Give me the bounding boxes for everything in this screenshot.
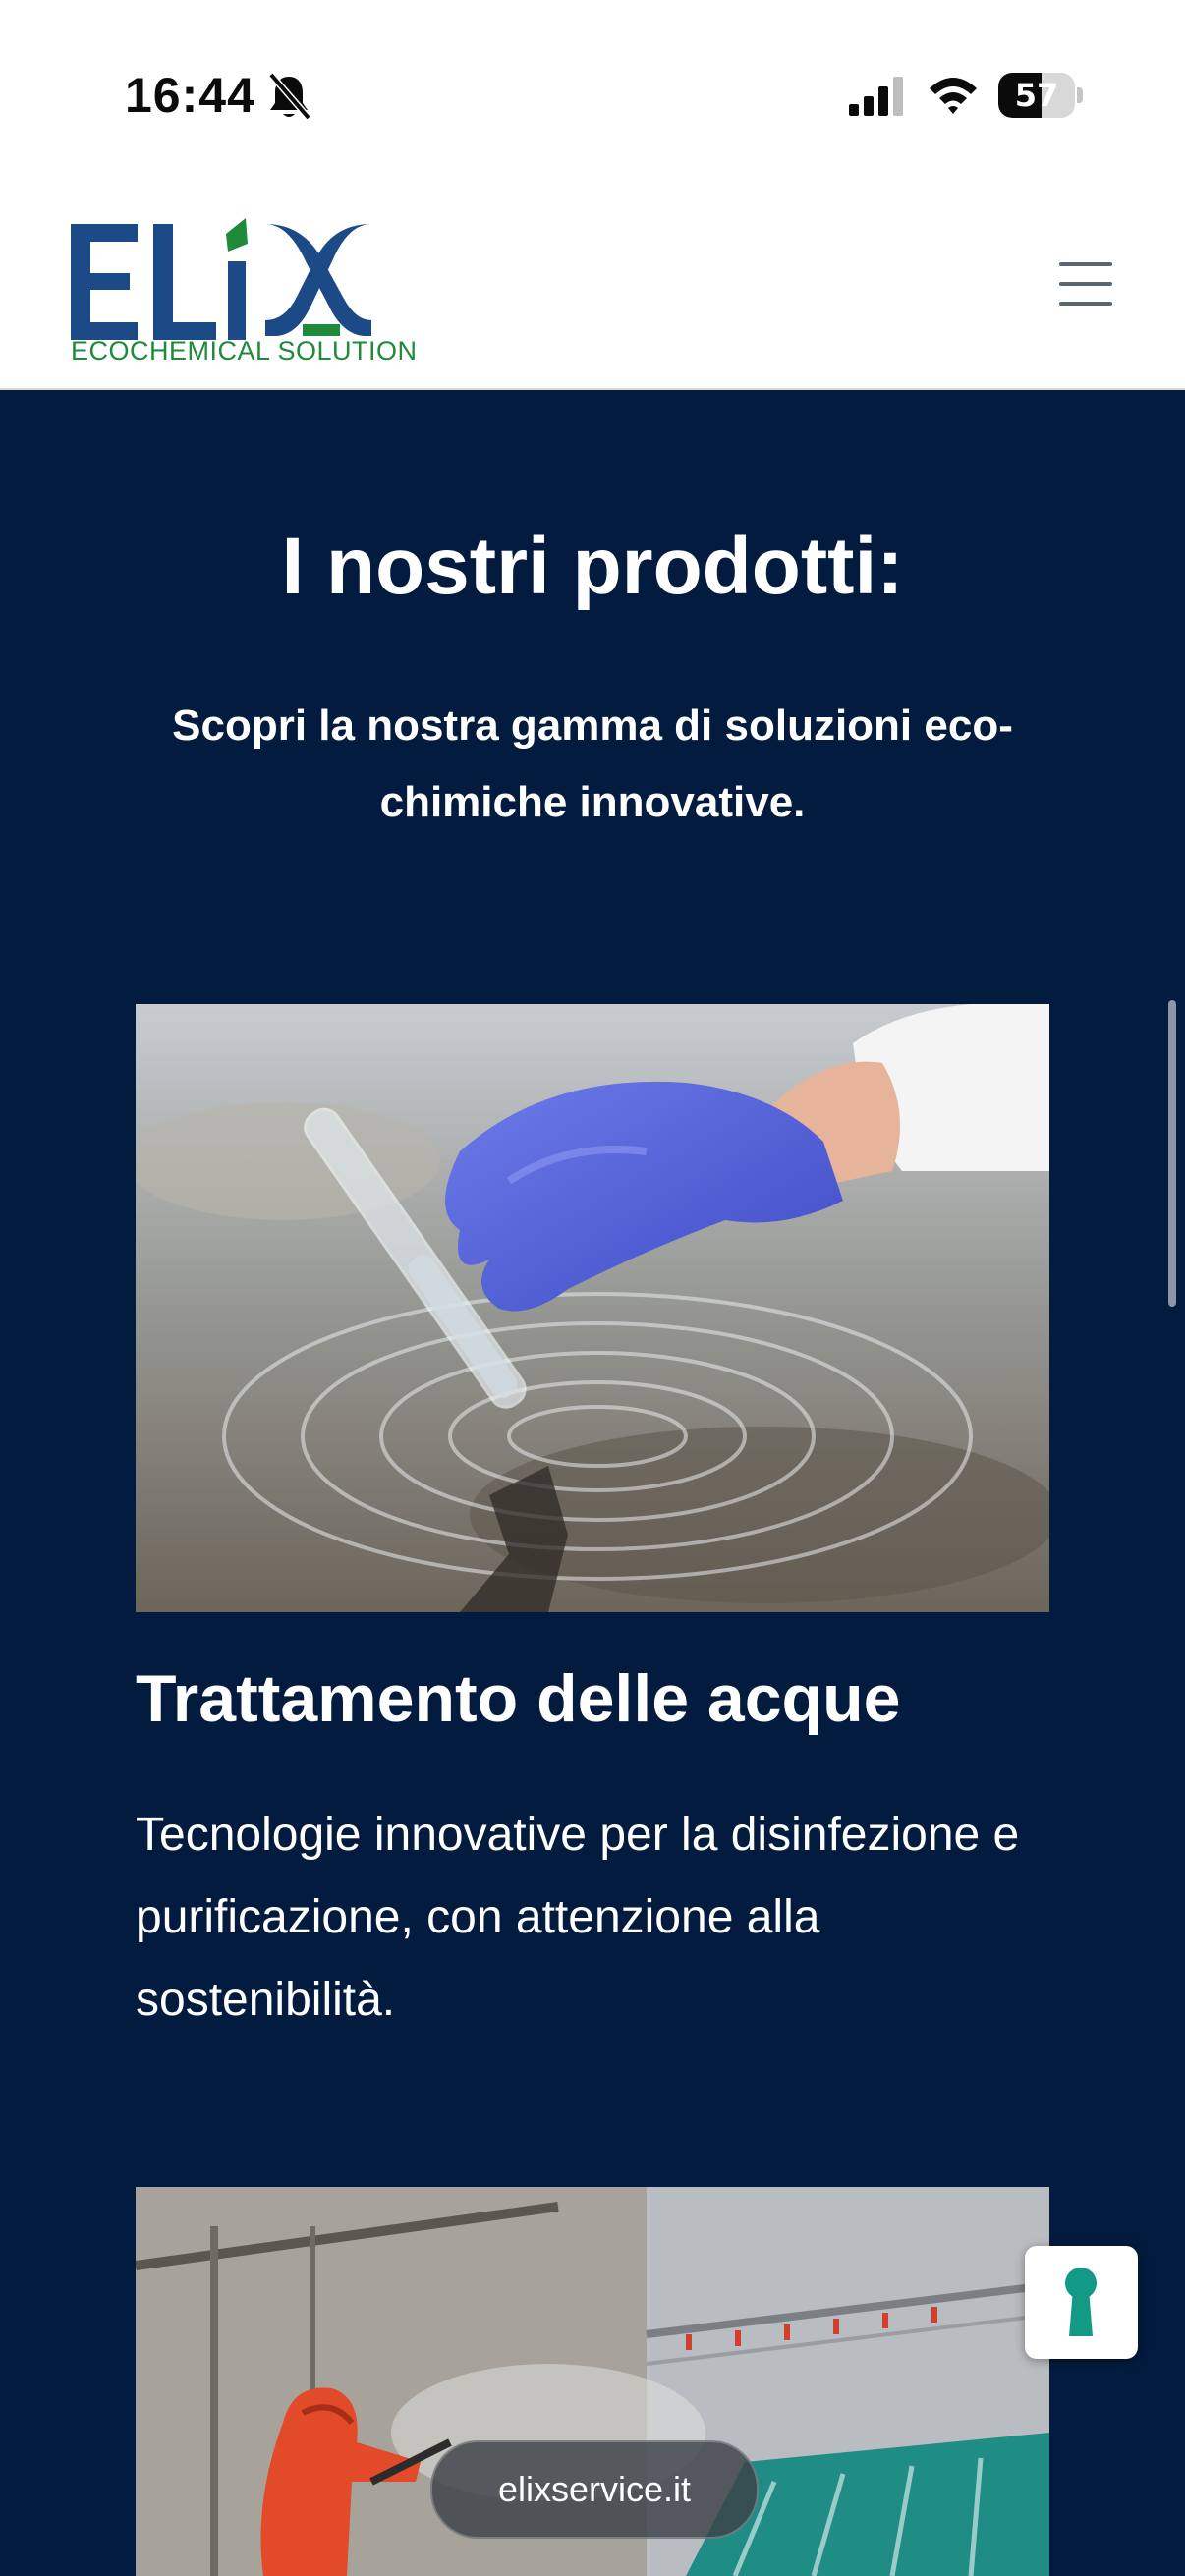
site-header: ECOCHEMICAL SOLUTION xyxy=(0,187,1185,390)
battery-indicator: 57 xyxy=(998,73,1085,118)
logo-tagline: ECOCHEMICAL SOLUTION xyxy=(71,336,418,365)
keyhole-icon xyxy=(1065,2268,1097,2336)
hamburger-menu-icon[interactable] xyxy=(1053,258,1118,309)
product-description: Tecnologie innovative per la disinfezion… xyxy=(136,1809,1020,2026)
battery-level-text: 57 xyxy=(1014,77,1059,114)
keyhole-button[interactable] xyxy=(1025,2246,1138,2359)
cellular-signal-icon xyxy=(849,77,903,116)
bell-muted-icon xyxy=(268,72,311,121)
section-title: I nostri prodotti: xyxy=(281,522,904,611)
status-bar: 16:44 57 xyxy=(0,0,1185,187)
product-image-water-treatment xyxy=(136,1004,1049,1612)
status-time: 16:44 xyxy=(125,68,255,123)
section-subtitle: Scopri la nostra gamma di soluzioni eco-… xyxy=(172,701,1013,826)
browser-url-bar[interactable]: elixservice.it xyxy=(430,2440,759,2539)
wifi-icon xyxy=(930,78,977,114)
product-title[interactable]: Trattamento delle acque xyxy=(136,1660,900,1737)
page-scrollbar[interactable] xyxy=(1168,1000,1176,1307)
